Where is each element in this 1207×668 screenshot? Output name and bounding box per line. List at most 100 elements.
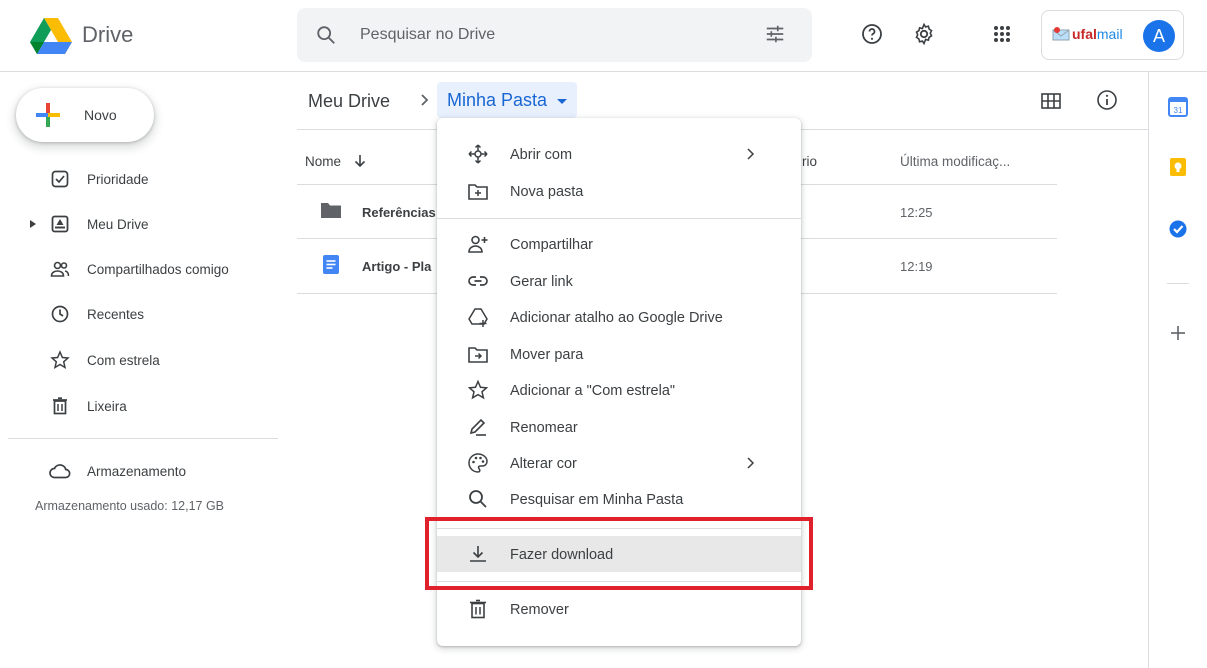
sidebar-item-label: Lixeira: [87, 399, 127, 414]
settings-gear-icon[interactable]: [912, 22, 936, 46]
menu-item-label: Remover: [510, 602, 569, 618]
share-person-add-icon: [468, 235, 488, 253]
my-drive-icon: [51, 215, 69, 233]
sidebar-item-prioridade[interactable]: Prioridade: [0, 162, 290, 198]
link-icon: [468, 276, 488, 286]
table-row[interactable]: Artigo - Pla: [362, 259, 431, 274]
search-icon: [469, 490, 487, 508]
expand-caret-icon[interactable]: [28, 219, 38, 229]
sidebar-item-meu-drive[interactable]: Meu Drive: [0, 207, 290, 243]
sidebar-item-com-estrela[interactable]: Com estrela: [0, 343, 290, 379]
storage-usage-text: Armazenamento usado: 12,17 GB: [35, 499, 225, 513]
menu-item-mover-para[interactable]: Mover para: [437, 336, 801, 372]
help-icon[interactable]: [860, 22, 884, 46]
sort-arrow-down-icon[interactable]: [353, 154, 367, 168]
tasks-icon[interactable]: [1167, 218, 1189, 240]
avatar[interactable]: A: [1143, 20, 1175, 52]
calendar-icon[interactable]: 31: [1167, 96, 1189, 118]
drive-logo-icon[interactable]: [30, 18, 72, 54]
menu-item-pesquisar[interactable]: Pesquisar em Minha Pasta: [437, 481, 801, 517]
brand-text-a: ufal: [1072, 26, 1097, 42]
svg-text:31: 31: [1174, 106, 1183, 115]
menu-item-label: Pesquisar em Minha Pasta: [510, 492, 684, 508]
trash-icon: [470, 599, 486, 619]
menu-item-gerar-link[interactable]: Gerar link: [437, 263, 801, 299]
column-name-label: Nome: [305, 154, 342, 169]
column-header-owner[interactable]: rio: [802, 154, 817, 169]
palette-icon: [468, 453, 488, 473]
menu-item-abrir-com[interactable]: Abrir com: [437, 136, 801, 172]
envelope-icon: [1052, 27, 1070, 41]
apps-grid-icon[interactable]: [990, 22, 1014, 46]
modified-time: 12:19: [900, 259, 933, 274]
side-panel-rail: 31: [1148, 72, 1207, 668]
sidebar-item-label: Compartilhados comigo: [87, 262, 229, 277]
account-switcher[interactable]: ufalmail A: [1041, 10, 1184, 60]
breadcrumb-current-label: Minha Pasta: [447, 90, 548, 110]
plus-icon: [36, 103, 60, 127]
info-icon[interactable]: [1096, 89, 1118, 111]
top-bar: Drive Pesquisar no Drive ufalmail A: [0, 0, 1207, 72]
folder-icon: [321, 203, 341, 218]
new-button[interactable]: Novo: [16, 88, 154, 142]
clock-icon: [51, 305, 69, 323]
sidebar-item-label: Armazenamento: [87, 464, 187, 479]
menu-item-label: Renomear: [510, 420, 578, 436]
search-icon[interactable]: [315, 24, 337, 46]
search-bar[interactable]: Pesquisar no Drive: [297, 8, 812, 62]
menu-item-label: Mover para: [510, 347, 584, 363]
sidebar-divider: [8, 438, 278, 439]
sidebar-item-lixeira[interactable]: Lixeira: [0, 389, 290, 425]
shared-icon: [50, 261, 70, 277]
search-input[interactable]: Pesquisar no Drive: [360, 26, 495, 44]
sidebar-item-recentes[interactable]: Recentes: [0, 297, 290, 333]
star-icon: [467, 379, 489, 400]
menu-item-label: Adicionar a "Com estrela": [510, 383, 676, 399]
menu-item-compartilhar[interactable]: Compartilhar: [437, 226, 801, 262]
cloud-icon: [49, 464, 71, 479]
app-name[interactable]: Drive: [82, 22, 133, 48]
menu-item-adicionar-estrela[interactable]: Adicionar a "Com estrela": [437, 372, 801, 408]
modified-time: 12:25: [900, 205, 933, 220]
menu-item-label: Nova pasta: [510, 184, 584, 200]
organization-logo: ufalmail: [1052, 26, 1123, 42]
drive-shortcut-icon: [468, 308, 488, 327]
menu-item-label: Adicionar atalho ao Google Drive: [510, 310, 723, 326]
column-header-name[interactable]: Nome: [305, 154, 367, 169]
chevron-right-icon: [421, 94, 429, 106]
rename-pencil-icon: [469, 418, 486, 436]
trash-icon: [53, 397, 67, 415]
menu-item-adicionar-atalho[interactable]: Adicionar atalho ao Google Drive: [437, 299, 801, 335]
sidebar-item-label: Meu Drive: [87, 217, 149, 232]
sidebar-item-armazenamento[interactable]: Armazenamento: [0, 454, 290, 490]
priority-icon: [51, 170, 69, 188]
menu-item-alterar-cor[interactable]: Alterar cor: [437, 445, 801, 481]
menu-item-label: Alterar cor: [510, 456, 577, 472]
column-header-modified[interactable]: Última modificaç...: [900, 154, 1010, 169]
sidebar-item-label: Recentes: [87, 307, 145, 322]
table-row[interactable]: Referências: [362, 205, 436, 220]
breadcrumb-root[interactable]: Meu Drive: [308, 91, 390, 112]
move-to-folder-icon: [468, 347, 488, 363]
rail-divider: [1167, 283, 1189, 284]
sidebar-item-compartilhados[interactable]: Compartilhados comigo: [0, 252, 290, 288]
highlight-annotation: [425, 517, 813, 590]
menu-item-label: Abrir com: [510, 147, 573, 163]
sidebar-item-label: Prioridade: [87, 172, 149, 187]
breadcrumb-current-folder[interactable]: Minha Pasta: [437, 82, 578, 118]
menu-item-renomear[interactable]: Renomear: [437, 409, 801, 445]
menu-separator: [437, 218, 801, 219]
menu-item-label: Gerar link: [510, 274, 573, 290]
menu-item-nova-pasta[interactable]: Nova pasta: [437, 173, 801, 209]
keep-icon[interactable]: [1167, 156, 1189, 178]
sidebar-item-label: Com estrela: [87, 353, 160, 368]
doc-icon: [323, 255, 339, 274]
menu-item-remover[interactable]: Remover: [437, 591, 801, 627]
brand-text-b: mail: [1096, 26, 1123, 42]
chevron-right-icon: [747, 148, 755, 160]
grid-view-icon[interactable]: [1040, 90, 1062, 112]
menu-item-label: Compartilhar: [510, 237, 593, 253]
add-addon-plus-icon[interactable]: [1167, 322, 1189, 344]
search-options-icon[interactable]: [764, 23, 786, 45]
star-icon: [50, 350, 70, 370]
